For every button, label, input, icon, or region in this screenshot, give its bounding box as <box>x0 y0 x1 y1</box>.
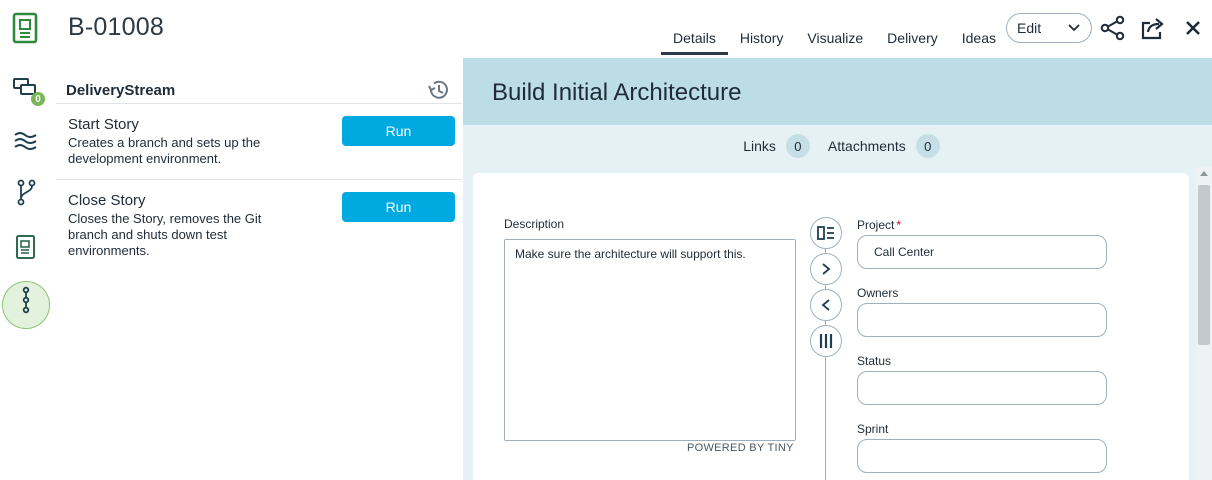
start-story-run-button[interactable]: Run <box>342 116 455 146</box>
edit-dropdown-label: Edit <box>1017 20 1042 36</box>
tab-visualize[interactable]: Visualize <box>795 26 875 55</box>
branch-icon[interactable] <box>12 178 40 206</box>
share-icon[interactable] <box>1100 15 1126 41</box>
columns-icon <box>819 334 833 348</box>
header-bar: B-01008 Details History Visualize Delive… <box>0 0 1212 58</box>
asset-id-title: B-01008 <box>68 13 164 41</box>
description-label: Description <box>504 217 565 231</box>
close-icon[interactable] <box>1181 15 1207 41</box>
deliverystream-panel: DeliveryStream Start Story Creates a bra… <box>56 58 462 480</box>
history-icon[interactable] <box>426 78 450 102</box>
tab-history[interactable]: History <box>728 26 796 55</box>
divider <box>56 103 462 104</box>
required-marker: * <box>896 218 902 232</box>
asset-detail-panel: Build Initial Architecture Links 0 Attac… <box>463 58 1212 480</box>
attachments-label[interactable]: Attachments <box>828 138 906 154</box>
links-label[interactable]: Links <box>743 138 776 154</box>
owners-label: Owners <box>857 286 899 300</box>
expand-right-button[interactable] <box>810 253 842 285</box>
expand-left-button[interactable] <box>810 289 842 321</box>
asset-title[interactable]: Build Initial Architecture <box>492 79 741 107</box>
relations-summary: Links 0 Attachments 0 <box>463 134 1212 158</box>
chevron-right-icon <box>822 263 831 275</box>
close-story-title: Close Story <box>68 192 146 209</box>
panel-layout-icon <box>817 226 834 240</box>
tab-ideas[interactable]: Ideas <box>950 26 1008 55</box>
close-story-description: Closes the Story, removes the Git branch… <box>68 211 262 258</box>
scroll-up-arrow-icon[interactable] <box>1200 171 1208 176</box>
project-label: Project * <box>857 218 901 232</box>
status-label: Status <box>857 354 892 368</box>
detail-scrollbar[interactable] <box>1196 167 1212 480</box>
detail-tabs: Details History Visualize Delivery Ideas <box>661 26 1008 55</box>
detail-card: Description Make sure the architecture w… <box>473 173 1189 480</box>
scrollbar-thumb[interactable] <box>1198 185 1210 345</box>
project-label-text: Project <box>857 218 895 232</box>
dependency-icon[interactable] <box>12 286 40 314</box>
story-detail-icon[interactable] <box>12 233 40 261</box>
toggle-panel-button[interactable] <box>810 217 842 249</box>
chevron-down-icon <box>1068 24 1080 32</box>
edit-dropdown[interactable]: Edit <box>1006 13 1092 43</box>
links-count-badge[interactable]: 0 <box>785 134 810 158</box>
divider <box>56 179 462 180</box>
start-story-title: Start Story <box>68 116 139 133</box>
left-rail <box>0 58 54 480</box>
deliverystream-icon[interactable] <box>12 128 40 156</box>
start-story-description: Creates a branch and sets up the develop… <box>68 135 261 166</box>
conversations-badge: 0 <box>31 92 45 106</box>
powered-by-tiny[interactable]: POWERED BY TINY <box>687 442 794 454</box>
project-field[interactable]: Call Center <box>857 235 1107 269</box>
close-story-run-button[interactable]: Run <box>342 192 455 222</box>
tab-details[interactable]: Details <box>661 26 728 55</box>
sprint-label: Sprint <box>857 422 889 436</box>
sprint-field[interactable] <box>857 439 1107 473</box>
title-band: Build Initial Architecture <box>463 58 1212 125</box>
chevron-left-icon <box>821 299 830 311</box>
attachments-count-badge[interactable]: 0 <box>915 134 940 158</box>
story-icon <box>12 12 38 44</box>
status-field[interactable] <box>857 371 1107 405</box>
export-icon[interactable] <box>1140 15 1166 41</box>
columns-button[interactable] <box>810 325 842 357</box>
owners-field[interactable] <box>857 303 1107 337</box>
deliverystream-title: DeliveryStream <box>66 82 176 99</box>
description-editor[interactable]: Make sure the architecture will support … <box>504 239 796 441</box>
tab-delivery[interactable]: Delivery <box>875 26 950 55</box>
